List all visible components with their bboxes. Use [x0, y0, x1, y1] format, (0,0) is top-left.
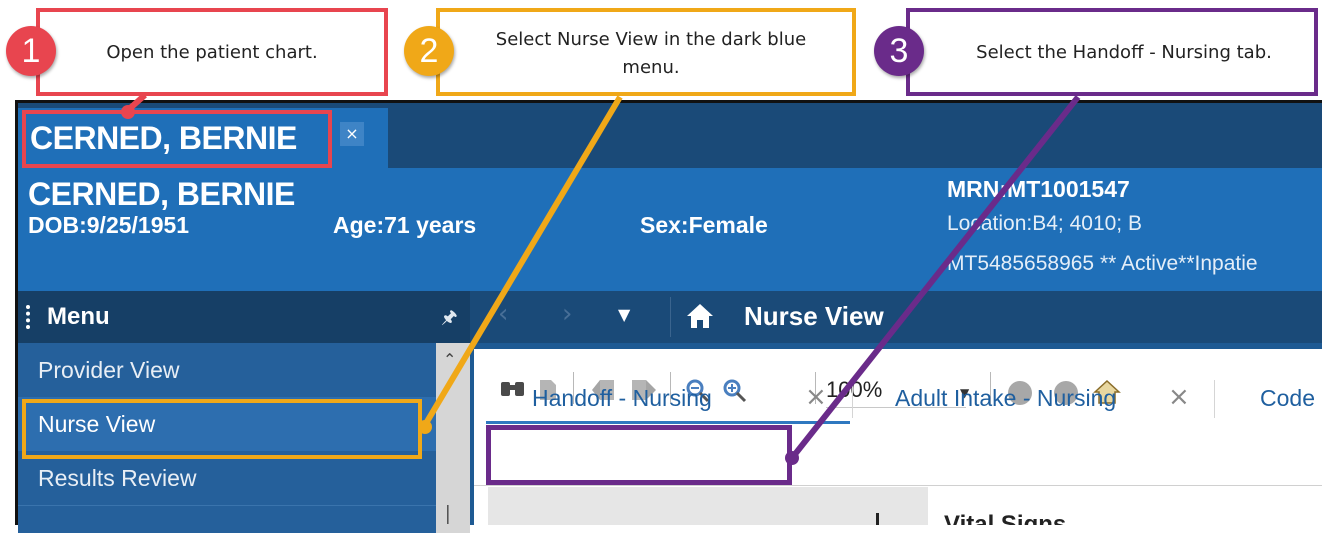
callout-3: Select the Handoff - Nursing tab. — [906, 8, 1318, 96]
step-badge-2: 2 — [404, 26, 454, 76]
callout-1-text: Open the patient chart. — [106, 42, 318, 63]
connector-dot-3 — [785, 451, 799, 465]
step-badge-3: 3 — [874, 26, 924, 76]
connector-dot-1 — [121, 105, 135, 119]
connector-2 — [422, 95, 623, 427]
callout-2: Select Nurse View in the dark blue menu. — [436, 8, 856, 96]
connector-3 — [789, 95, 1081, 460]
step-badge-1: 1 — [6, 26, 56, 76]
callout-2-text: Select Nurse View in the dark blue menu. — [495, 29, 807, 78]
connector-dot-2 — [418, 420, 432, 434]
callout-3-text: Select the Handoff - Nursing tab. — [976, 42, 1272, 63]
callout-1: Open the patient chart. — [36, 8, 388, 96]
